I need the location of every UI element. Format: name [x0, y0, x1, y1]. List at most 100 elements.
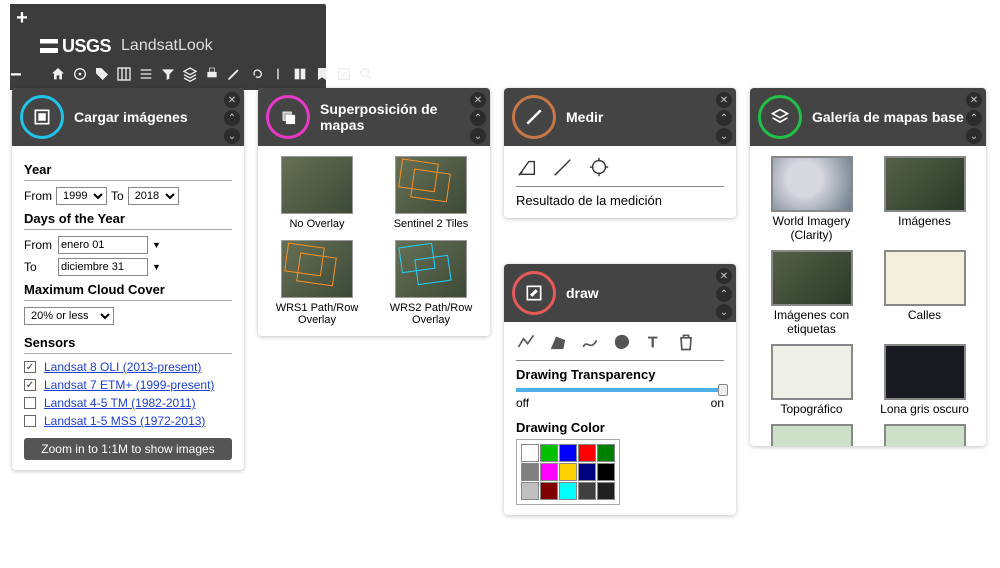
- draw-polyline-icon[interactable]: [516, 332, 536, 352]
- sliders-icon[interactable]: [138, 66, 154, 82]
- home-icon[interactable]: [50, 66, 66, 82]
- close-icon[interactable]: ✕: [224, 92, 240, 108]
- close-icon[interactable]: ✕: [716, 268, 732, 284]
- panel-title: draw: [566, 285, 599, 301]
- measure-panel: Medir ✕ ⌃ ⌄ Resultado de la medición: [504, 88, 736, 218]
- zoom-in-button[interactable]: +: [10, 4, 34, 32]
- measure-result-label: Resultado de la medición: [516, 193, 724, 208]
- color-swatch-grid: [516, 439, 620, 505]
- basemap-option[interactable]: Lona gris oscuro: [875, 344, 974, 416]
- sensor-link[interactable]: Landsat 7 ETM+ (1999-present): [44, 378, 214, 392]
- collapse-icon[interactable]: ⌃: [716, 110, 732, 126]
- link-icon[interactable]: [248, 66, 264, 82]
- color-swatch[interactable]: [559, 482, 577, 500]
- transparency-slider[interactable]: [516, 388, 724, 392]
- draw-freehand-icon[interactable]: [580, 332, 600, 352]
- panel-title: Cargar imágenes: [74, 109, 188, 125]
- expand-icon[interactable]: ⌄: [224, 128, 240, 144]
- measure-distance-icon[interactable]: [552, 156, 574, 178]
- panel-title: Superposición de mapas: [320, 101, 482, 133]
- sensor-checkbox[interactable]: [24, 379, 36, 391]
- zoom-out-button[interactable]: −: [10, 60, 22, 90]
- print-icon[interactable]: [204, 66, 220, 82]
- color-swatch[interactable]: [559, 444, 577, 462]
- color-swatch[interactable]: [559, 463, 577, 481]
- filter-icon[interactable]: [160, 66, 176, 82]
- color-swatch[interactable]: [578, 444, 596, 462]
- sensor-checkbox[interactable]: [24, 361, 36, 373]
- edit-icon[interactable]: [336, 66, 352, 82]
- svg-text:T: T: [648, 334, 657, 351]
- panel-title: Medir: [566, 109, 603, 125]
- sensor-link[interactable]: Landsat 1-5 MSS (1972-2013): [44, 414, 205, 428]
- usgs-logo: USGS: [40, 36, 111, 57]
- expand-icon[interactable]: ⌄: [716, 128, 732, 144]
- measure-icon: [512, 95, 556, 139]
- draw-delete-icon[interactable]: [676, 332, 696, 352]
- collapse-icon[interactable]: ⌃: [470, 110, 486, 126]
- map-overlay-panel: Superposición de mapas ✕ ⌃ ⌄ No Overlay S…: [258, 88, 490, 336]
- color-swatch[interactable]: [521, 444, 539, 462]
- expand-icon[interactable]: ⌄: [470, 128, 486, 144]
- search-icon[interactable]: [358, 66, 374, 82]
- year-to-select[interactable]: 2018: [128, 187, 179, 205]
- sensor-link[interactable]: Landsat 4-5 TM (1982-2011): [44, 396, 196, 410]
- basemap-option[interactable]: World Imagery (Clarity): [762, 156, 861, 242]
- expand-icon[interactable]: ⌄: [716, 304, 732, 320]
- basemap-option[interactable]: Imágenes: [875, 156, 974, 242]
- overlay-option[interactable]: WRS2 Path/Row Overlay: [384, 240, 478, 326]
- expand-icon[interactable]: ⌄: [966, 128, 982, 144]
- cloud-label: Maximum Cloud Cover: [24, 282, 232, 297]
- load-images-icon: [20, 95, 64, 139]
- collapse-icon[interactable]: ⌃: [224, 110, 240, 126]
- collapse-icon[interactable]: ⌃: [966, 110, 982, 126]
- color-swatch[interactable]: [521, 482, 539, 500]
- day-to-select[interactable]: [58, 258, 148, 276]
- close-icon[interactable]: ✕: [470, 92, 486, 108]
- color-swatch[interactable]: [597, 482, 615, 500]
- overlay-option[interactable]: No Overlay: [270, 156, 364, 230]
- overlay-option[interactable]: Sentinel 2 Tiles: [384, 156, 478, 230]
- color-swatch[interactable]: [540, 444, 558, 462]
- color-swatch[interactable]: [540, 482, 558, 500]
- color-swatch[interactable]: [597, 444, 615, 462]
- book-icon[interactable]: [292, 66, 308, 82]
- draw-text-icon[interactable]: T: [644, 332, 664, 352]
- collapse-icon[interactable]: ⌃: [716, 286, 732, 302]
- basemap-icon: [758, 95, 802, 139]
- basemap-option[interactable]: Imágenes con etiquetas: [762, 250, 861, 336]
- bookmark-icon[interactable]: [314, 66, 330, 82]
- color-swatch[interactable]: [597, 463, 615, 481]
- sensor-checkbox[interactable]: [24, 397, 36, 409]
- info-icon[interactable]: [270, 66, 286, 82]
- tag-icon[interactable]: [94, 66, 110, 82]
- measure-area-icon[interactable]: [516, 156, 538, 178]
- sensor-link[interactable]: Landsat 8 OLI (2013-present): [44, 360, 201, 374]
- cloud-cover-select[interactable]: 20% or less: [24, 307, 114, 325]
- layers-icon[interactable]: [182, 66, 198, 82]
- color-swatch[interactable]: [540, 463, 558, 481]
- app-title: LandsatLook: [121, 37, 213, 55]
- basemap-option[interactable]: [875, 424, 974, 446]
- basemap-option[interactable]: Calles: [875, 250, 974, 336]
- color-swatch[interactable]: [578, 482, 596, 500]
- pencil-icon[interactable]: [226, 66, 242, 82]
- measure-location-icon[interactable]: [588, 156, 610, 178]
- overlay-icon: [266, 95, 310, 139]
- color-swatch[interactable]: [578, 463, 596, 481]
- zoom-message-button[interactable]: Zoom in to 1:1M to show images: [24, 438, 232, 460]
- target-icon[interactable]: [72, 66, 88, 82]
- color-label: Drawing Color: [516, 420, 724, 435]
- sensor-checkbox[interactable]: [24, 415, 36, 427]
- basemap-option[interactable]: Topográfico: [762, 344, 861, 416]
- draw-polygon-icon[interactable]: [548, 332, 568, 352]
- close-icon[interactable]: ✕: [716, 92, 732, 108]
- color-swatch[interactable]: [521, 463, 539, 481]
- day-from-select[interactable]: [58, 236, 148, 254]
- year-from-select[interactable]: 1999: [56, 187, 107, 205]
- grid-icon[interactable]: [116, 66, 132, 82]
- close-icon[interactable]: ✕: [966, 92, 982, 108]
- overlay-option[interactable]: WRS1 Path/Row Overlay: [270, 240, 364, 326]
- basemap-option[interactable]: [762, 424, 861, 446]
- draw-blob-icon[interactable]: [612, 332, 632, 352]
